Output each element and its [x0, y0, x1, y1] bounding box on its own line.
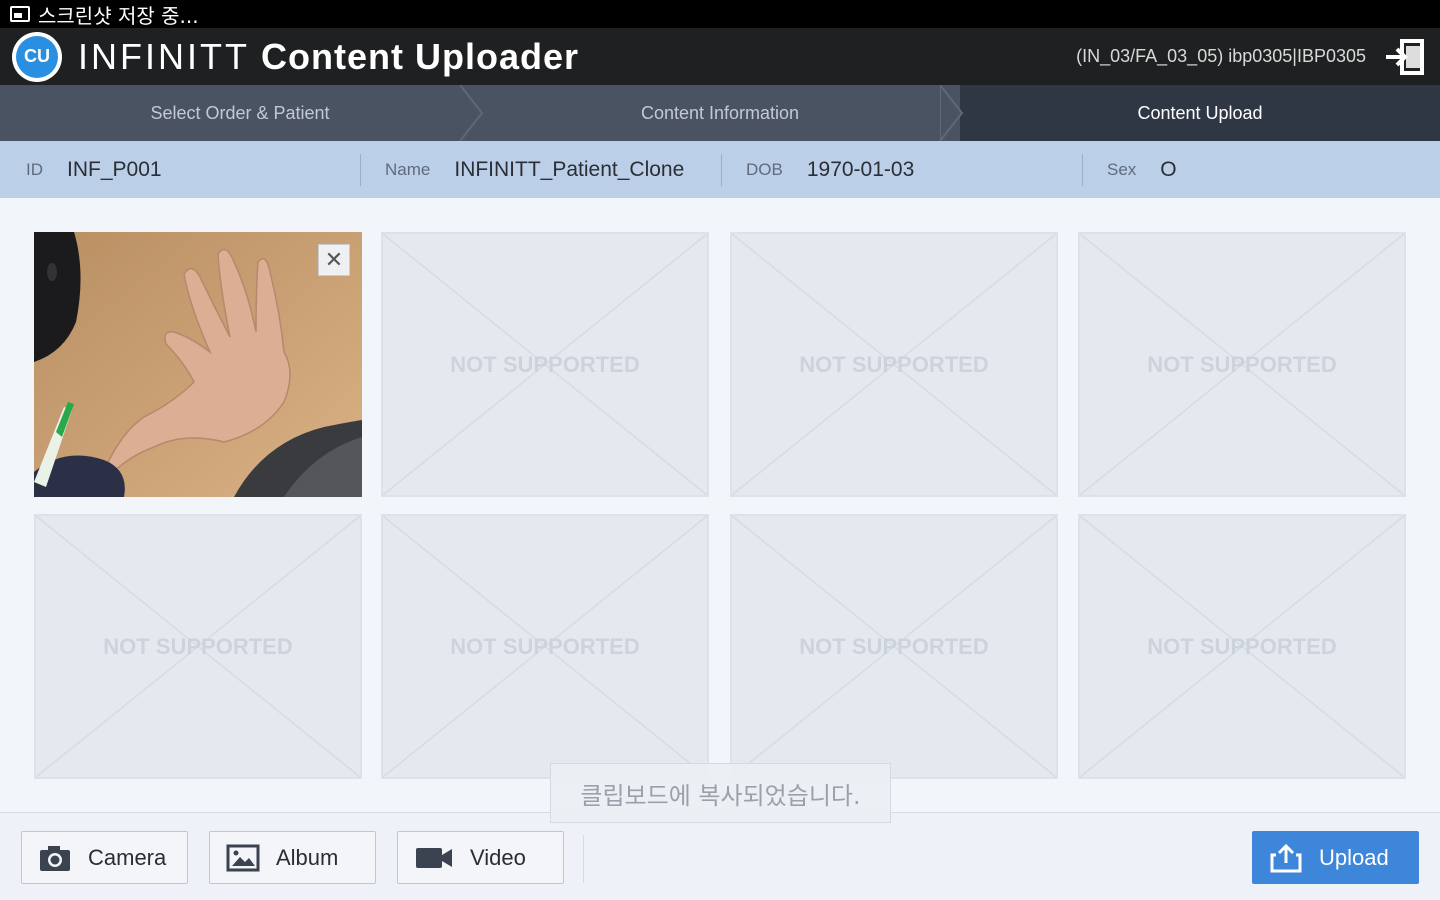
- patient-name-label: Name: [385, 159, 431, 179]
- status-text: 스크린샷 저장 중...: [38, 3, 199, 28]
- not-supported-label: NOT SUPPORTED: [450, 351, 640, 377]
- system-status-bar: 스크린샷 저장 중...: [0, 0, 1440, 28]
- app-title-product: Content Uploader: [261, 35, 579, 77]
- not-supported-label: NOT SUPPORTED: [1147, 633, 1337, 659]
- patient-info-bar: ID INF_P001 Name INFINITT_Patient_Clone …: [0, 141, 1440, 198]
- content-thumbnail-unsupported[interactable]: NOT SUPPORTED: [381, 514, 709, 779]
- camera-button-label: Camera: [88, 844, 167, 870]
- wizard-steps: Select Order & Patient Content Informati…: [0, 85, 1440, 141]
- logout-icon: [1386, 39, 1424, 75]
- step-select-order-patient[interactable]: Select Order & Patient: [0, 85, 484, 141]
- not-supported-label: NOT SUPPORTED: [799, 633, 989, 659]
- not-supported-label: NOT SUPPORTED: [103, 633, 293, 659]
- user-info: (IN_03/FA_03_05) ibp0305|IBP0305: [1076, 46, 1366, 66]
- toast-message: 클립보드에 복사되었습니다.: [550, 763, 891, 823]
- step-content-upload[interactable]: Content Upload: [960, 85, 1440, 141]
- app-title: INFINITT Content Uploader: [78, 36, 579, 78]
- content-thumbnail-unsupported[interactable]: NOT SUPPORTED: [730, 232, 1058, 497]
- patient-sex-label: Sex: [1107, 159, 1137, 179]
- patient-id-value: INF_P001: [67, 157, 162, 181]
- screenshot-icon: [10, 6, 30, 22]
- upload-icon: [1270, 843, 1302, 872]
- step-chevron: [460, 85, 484, 141]
- logout-button[interactable]: [1384, 38, 1426, 76]
- patient-name-value: INFINITT_Patient_Clone: [454, 157, 685, 181]
- step-label: Select Order & Patient: [150, 102, 330, 123]
- patient-id-label: ID: [26, 159, 43, 179]
- content-thumbnail-unsupported[interactable]: NOT SUPPORTED: [1078, 514, 1406, 779]
- logo-mark: CU: [16, 35, 58, 78]
- not-supported-label: NOT SUPPORTED: [799, 351, 989, 377]
- upload-button-label: Upload: [1319, 844, 1389, 870]
- app-title-brand: INFINITT: [78, 35, 250, 77]
- remove-content-button[interactable]: ✕: [318, 244, 350, 276]
- album-button-label: Album: [276, 844, 339, 870]
- patient-dob-field: DOB 1970-01-03: [722, 141, 1082, 198]
- content-thumbnail-unsupported[interactable]: NOT SUPPORTED: [730, 514, 1058, 779]
- camera-button[interactable]: Camera: [21, 831, 188, 884]
- step-label: Content Upload: [1137, 102, 1263, 123]
- album-button[interactable]: Album: [209, 831, 376, 884]
- content-thumbnail-unsupported[interactable]: NOT SUPPORTED: [381, 232, 709, 497]
- not-supported-label: NOT SUPPORTED: [1147, 351, 1337, 377]
- patient-dob-value: 1970-01-03: [806, 157, 915, 181]
- step-label: Content Information: [640, 102, 800, 123]
- app-logo: CU: [12, 31, 62, 82]
- bottom-toolbar: Camera Album Video Upload: [0, 812, 1440, 900]
- patient-sex-field: Sex O: [1083, 141, 1383, 198]
- patient-sex-value: O: [1160, 157, 1177, 181]
- image-icon: [226, 844, 260, 871]
- upload-button[interactable]: Upload: [1252, 831, 1419, 884]
- toolbar-divider: [583, 835, 584, 883]
- patient-dob-label: DOB: [746, 159, 783, 179]
- patient-id-field: ID INF_P001: [0, 141, 360, 198]
- video-button-label: Video: [470, 844, 526, 870]
- hand-photo-image: [34, 232, 362, 497]
- content-grid: ✕ NOT SUPPORTED NOT SUPPORTED NOT SUPPOR…: [34, 232, 1408, 780]
- patient-name-field: Name INFINITT_Patient_Clone: [361, 141, 721, 198]
- close-icon: ✕: [324, 247, 344, 273]
- camera-icon: [40, 845, 70, 871]
- step-chevron: [940, 85, 964, 141]
- app-header: CU INFINITT Content Uploader (IN_03/FA_0…: [0, 28, 1440, 85]
- video-camera-icon: [416, 847, 452, 868]
- video-button[interactable]: Video: [397, 831, 564, 884]
- step-content-information[interactable]: Content Information: [480, 85, 964, 141]
- content-thumbnail-unsupported[interactable]: NOT SUPPORTED: [34, 514, 362, 779]
- content-thumbnail-unsupported[interactable]: NOT SUPPORTED: [1078, 232, 1406, 497]
- not-supported-label: NOT SUPPORTED: [450, 633, 640, 659]
- content-thumbnail-photo[interactable]: ✕: [34, 232, 362, 497]
